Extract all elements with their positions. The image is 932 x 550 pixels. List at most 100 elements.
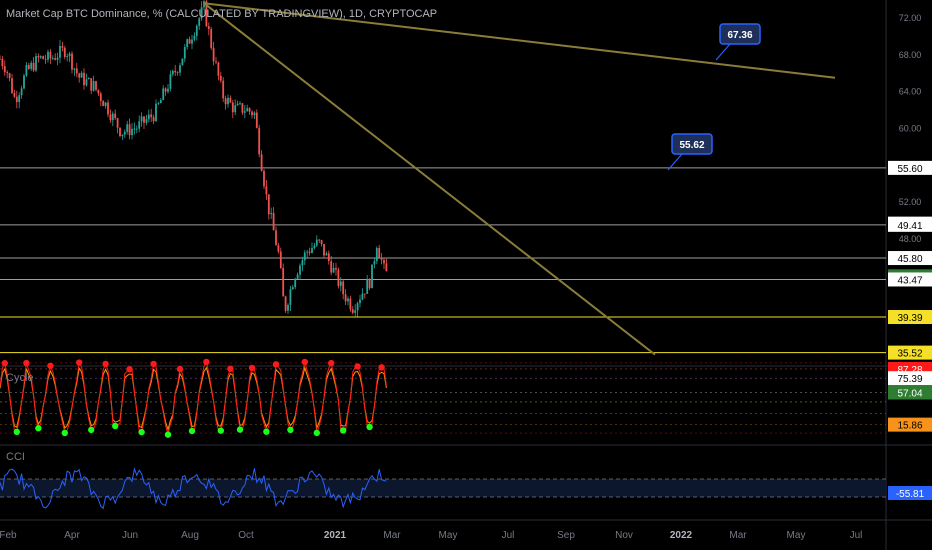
candle-body bbox=[193, 35, 196, 40]
candle-body bbox=[30, 62, 33, 69]
candle-body bbox=[152, 117, 155, 122]
chart-canvas[interactable]: 67.36 55.62 72.00 68.00 64.00 60.00 52.00 48.0… bbox=[0, 0, 932, 550]
candle-body bbox=[102, 101, 105, 107]
candle-body bbox=[275, 230, 277, 246]
cycle-top-dot bbox=[328, 359, 335, 367]
candle-body bbox=[99, 93, 102, 102]
candle-body bbox=[227, 97, 229, 105]
candle-body bbox=[344, 294, 347, 302]
candle-body bbox=[337, 269, 340, 286]
cycle-bottom-dot bbox=[112, 422, 119, 430]
candle-body bbox=[241, 103, 244, 113]
candle-body bbox=[176, 72, 179, 74]
candle-body bbox=[66, 56, 69, 57]
candle-body bbox=[282, 267, 285, 297]
candle-body bbox=[159, 100, 162, 104]
candle-body bbox=[150, 114, 153, 118]
candle-body bbox=[155, 103, 157, 122]
time-axis-label: Jul bbox=[502, 530, 515, 541]
candle-body bbox=[6, 72, 9, 74]
candle-body bbox=[339, 281, 342, 286]
candle-body bbox=[371, 264, 373, 289]
candle-body bbox=[171, 70, 174, 75]
candle-body bbox=[135, 128, 138, 130]
candle-body bbox=[1, 58, 4, 67]
candle-body bbox=[63, 47, 66, 57]
time-axis-label: Feb bbox=[0, 530, 17, 541]
price-callouts[interactable]: 67.36 55.62 bbox=[667, 23, 761, 171]
price-level-label: 49.41 bbox=[897, 221, 922, 232]
candle-body bbox=[313, 245, 316, 249]
cycle-top-dot bbox=[150, 360, 157, 368]
candle-body bbox=[335, 267, 337, 270]
candle-body bbox=[253, 112, 256, 116]
candle-body bbox=[42, 56, 45, 60]
chart-title: Market Cap BTC Dominance, % (CALCULATED … bbox=[6, 8, 438, 20]
candle-body bbox=[366, 279, 369, 294]
cycle-top-dot bbox=[272, 361, 280, 368]
candle-body bbox=[145, 119, 148, 123]
candle-body bbox=[51, 58, 54, 59]
time-axis-label: Jun bbox=[122, 530, 138, 541]
time-axis-label: 2021 bbox=[324, 530, 347, 541]
candle-body bbox=[258, 127, 261, 155]
candle-body bbox=[85, 79, 88, 86]
cycle-top-dot bbox=[102, 360, 109, 368]
candle-body bbox=[231, 102, 234, 113]
candle-body bbox=[59, 45, 61, 58]
cycle-top-dot bbox=[176, 365, 184, 373]
candle-body bbox=[3, 66, 6, 73]
candle-body bbox=[299, 265, 301, 275]
candle-body bbox=[289, 289, 292, 305]
candle-body bbox=[219, 75, 222, 81]
candle-body bbox=[234, 105, 237, 113]
candle-body bbox=[0, 58, 1, 60]
cycle-level-label: 15.86 bbox=[897, 421, 922, 432]
candle-body bbox=[349, 298, 352, 310]
time-axis-label: May bbox=[787, 530, 806, 541]
cycle-top-dot bbox=[47, 362, 54, 369]
trendlines[interactable] bbox=[203, 2, 836, 356]
cycle-bottom-dot bbox=[217, 427, 224, 434]
price-tick-label: 72.00 bbox=[899, 13, 922, 23]
cycle-top-dot bbox=[126, 366, 133, 373]
time-axis-label: Oct bbox=[238, 530, 254, 541]
horizontal-levels[interactable] bbox=[0, 167, 886, 354]
price-level-label: 35.52 bbox=[897, 349, 922, 360]
candle-body bbox=[140, 116, 143, 122]
candle-body bbox=[23, 75, 25, 89]
candle-body bbox=[44, 59, 47, 60]
candle-body bbox=[272, 213, 275, 231]
time-axis-label: Mar bbox=[383, 530, 401, 541]
candle-body bbox=[291, 287, 294, 290]
candle-body bbox=[73, 68, 76, 70]
time-axis-label: 2022 bbox=[670, 530, 693, 541]
cycle-bottom-dot bbox=[287, 426, 294, 433]
candle-body bbox=[315, 239, 318, 246]
candle-body bbox=[301, 260, 304, 266]
cycle-top-dot bbox=[248, 364, 256, 372]
cycle-bottom-dot bbox=[164, 431, 172, 438]
price-tick-label: 60.00 bbox=[899, 123, 922, 133]
time-axis-label: Nov bbox=[615, 530, 633, 541]
candle-body bbox=[303, 252, 306, 261]
cycle-pane bbox=[0, 358, 886, 438]
candle-body bbox=[359, 299, 361, 304]
time-axis-label: May bbox=[439, 530, 458, 541]
candle-body bbox=[373, 261, 376, 265]
cycle-top-dot bbox=[203, 358, 210, 366]
candle-body bbox=[80, 72, 83, 78]
candle-body bbox=[267, 194, 270, 215]
cycle-bottom-dot bbox=[88, 426, 95, 434]
candle-body bbox=[54, 58, 57, 60]
candle-body bbox=[385, 263, 388, 272]
cycle-top-dot bbox=[378, 364, 385, 371]
candle-body bbox=[342, 281, 345, 295]
candle-body bbox=[284, 296, 287, 311]
candle-body bbox=[25, 65, 28, 76]
candle-body bbox=[318, 239, 321, 241]
cycle-bottom-dot bbox=[13, 428, 20, 436]
candle-body bbox=[15, 96, 18, 103]
candle-body bbox=[116, 118, 119, 128]
candle-body bbox=[354, 310, 357, 313]
